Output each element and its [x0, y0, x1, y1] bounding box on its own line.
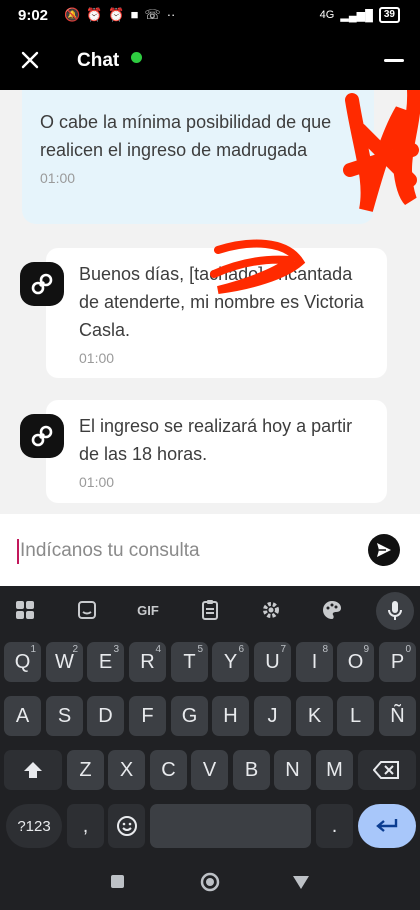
send-button[interactable]	[368, 534, 400, 566]
status-right: 4G ▂▄▆█ 39	[320, 7, 400, 23]
close-icon[interactable]	[18, 48, 42, 72]
key-k[interactable]: K	[296, 696, 333, 736]
battery-indicator: 39	[378, 7, 400, 23]
key-j[interactable]: J	[254, 696, 291, 736]
home-circle-icon	[200, 872, 220, 892]
bell-muted-icon: 🔕	[64, 7, 81, 22]
alarm-icon: ⏰	[108, 7, 125, 22]
symbols-key[interactable]: ?123	[6, 804, 62, 848]
emoji-icon	[116, 816, 137, 836]
square-nav-icon	[111, 875, 124, 888]
more-dots-icon: ··	[166, 7, 176, 22]
key-e[interactable]: E3	[87, 642, 124, 682]
clipboard-icon[interactable]	[195, 596, 225, 624]
triangle-nav-icon	[293, 876, 309, 889]
system-nav-bar	[0, 858, 420, 910]
palette-icon[interactable]	[317, 596, 347, 624]
recents-button[interactable]	[110, 874, 125, 894]
key-x[interactable]: X	[108, 750, 145, 790]
key-s[interactable]: S	[46, 696, 83, 736]
key-r[interactable]: R4	[129, 642, 166, 682]
enter-icon	[376, 819, 398, 832]
key-l[interactable]: L	[337, 696, 374, 736]
key-b[interactable]: B	[233, 750, 270, 790]
send-icon	[377, 543, 391, 557]
key-d[interactable]: D	[87, 696, 124, 736]
keyboard-toolbar: GIF	[0, 586, 420, 634]
emoji-key[interactable]	[108, 804, 145, 848]
comma-key[interactable]: ,	[67, 804, 104, 848]
online-status-dot	[131, 52, 142, 63]
key-a[interactable]: A	[4, 696, 41, 736]
key-c[interactable]: C	[150, 750, 187, 790]
key-g[interactable]: G	[171, 696, 208, 736]
enter-key[interactable]	[358, 804, 416, 848]
shift-key[interactable]	[4, 750, 62, 790]
key-z[interactable]: Z	[67, 750, 104, 790]
settings-icon[interactable]	[256, 596, 286, 624]
mic-icon	[388, 601, 402, 620]
minimize-icon[interactable]	[384, 59, 404, 62]
key-v[interactable]: V	[191, 750, 228, 790]
key-p[interactable]: P0	[379, 642, 416, 682]
key-q[interactable]: Q1	[4, 642, 41, 682]
text-cursor	[17, 539, 19, 564]
key-o[interactable]: O9	[337, 642, 374, 682]
key-t[interactable]: T5	[171, 642, 208, 682]
page-title: Chat	[77, 50, 120, 71]
signal-icon: ▂▄▆█	[340, 9, 373, 22]
backspace-key[interactable]	[358, 750, 416, 790]
period-key[interactable]: .	[316, 804, 353, 848]
key-m[interactable]: M	[316, 750, 353, 790]
chat-header: Chat	[0, 34, 420, 90]
redaction-scribble	[210, 90, 420, 294]
network-label: 4G	[319, 9, 335, 21]
apps-icon[interactable]	[10, 596, 40, 624]
alarm-icon: ⏰	[86, 7, 103, 22]
on-screen-keyboard: GIF Q1 W2 E3 R4 T5 Y6 U7 I8 O9 P0 A S D …	[0, 586, 420, 910]
message-input[interactable]: Indícanos tu consulta	[20, 540, 200, 562]
home-button[interactable]	[199, 871, 221, 898]
gif-button[interactable]: GIF	[133, 596, 163, 624]
message-composer[interactable]: Indícanos tu consulta	[0, 514, 420, 586]
backspace-icon	[373, 761, 399, 779]
key-n-tilde[interactable]: Ñ	[379, 696, 416, 736]
key-n[interactable]: N	[274, 750, 311, 790]
square-icon: ■	[130, 7, 139, 22]
key-f[interactable]: F	[129, 696, 166, 736]
status-time: 9:02	[18, 7, 49, 24]
status-bar: 9:02 🔕 ⏰ ⏰ ■ ☏ ·· 4G ▂▄▆█ 39	[0, 0, 420, 34]
sticker-icon[interactable]	[72, 596, 102, 624]
key-y[interactable]: Y6	[212, 642, 249, 682]
call-icon: ☏	[144, 7, 161, 22]
key-h[interactable]: H	[212, 696, 249, 736]
key-w[interactable]: W2	[46, 642, 83, 682]
chat-messages[interactable]: O cabe la mínima posibilidad de que real…	[0, 90, 420, 514]
mic-button[interactable]	[376, 592, 414, 630]
notification-icons: 🔕 ⏰ ⏰ ■ ☏ ··	[64, 7, 175, 23]
shift-icon	[24, 762, 42, 778]
space-key[interactable]	[150, 804, 311, 848]
key-i[interactable]: I8	[296, 642, 333, 682]
back-button[interactable]	[292, 875, 310, 895]
key-u[interactable]: U7	[254, 642, 291, 682]
